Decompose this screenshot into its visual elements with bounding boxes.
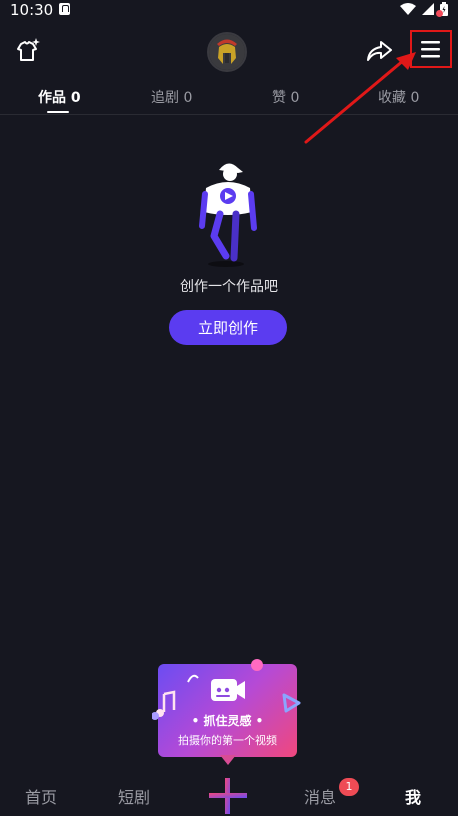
share-arrow-icon — [367, 41, 392, 61]
active-tab-indicator — [47, 111, 69, 113]
create-now-button[interactable]: 立即创作 — [169, 310, 287, 345]
tab-likes[interactable]: 赞 0 — [272, 87, 299, 107]
menu-button[interactable] — [410, 30, 452, 68]
hamburger-menu-icon — [421, 41, 440, 58]
create-plus-icon[interactable] — [208, 776, 248, 816]
promo-pointer — [220, 755, 236, 765]
message-count-badge: 1 — [339, 778, 359, 796]
profile-header — [0, 26, 458, 78]
tab-following-dramas[interactable]: 追剧 0 — [151, 87, 192, 107]
status-bar: 10:30 — [0, 0, 458, 22]
empty-state-message: 创作一个作品吧 — [180, 279, 278, 295]
profile-tabs: 作品 0 追剧 0 赞 0 收藏 0 — [0, 84, 458, 115]
wifi-icon — [400, 3, 416, 15]
video-camera-icon — [211, 679, 245, 701]
avatar[interactable] — [207, 32, 247, 72]
orb-icon — [251, 659, 263, 671]
tab-works[interactable]: 作品 0 — [38, 87, 81, 107]
nav-home[interactable]: 首页 — [25, 784, 57, 808]
notification-app-icon — [59, 3, 70, 15]
promo-subtitle: 拍摄你的第一个视频 — [178, 734, 277, 747]
profile-screen: 10:30 作品 0 追剧 0 赞 0 收藏 0 创作一个作品吧 立即创作 • … — [0, 0, 458, 816]
menu-notification-dot — [436, 10, 443, 17]
empty-state-illustration — [199, 163, 257, 267]
share-button[interactable] — [364, 36, 394, 66]
nav-me[interactable]: 我 — [405, 784, 421, 808]
nav-messages[interactable]: 消息 — [304, 784, 336, 808]
spartan-helmet-avatar — [209, 34, 245, 70]
signal-icon — [422, 3, 434, 15]
triangle-icon — [282, 693, 301, 713]
sparkle-icon — [187, 674, 199, 683]
shirt-sparkle-icon — [17, 38, 40, 61]
promo-title: • 抓住灵感 • — [191, 714, 264, 728]
promo-tooltip[interactable]: • 抓住灵感 • 拍摄你的第一个视频 — [152, 659, 301, 757]
nav-short-drama[interactable]: 短剧 — [118, 784, 150, 808]
status-time: 10:30 — [10, 1, 54, 19]
wardrobe-button[interactable] — [12, 36, 42, 66]
tab-favorites[interactable]: 收藏 0 — [378, 87, 419, 107]
bottom-navigation: 首页 短剧 消息 我 — [0, 776, 458, 816]
